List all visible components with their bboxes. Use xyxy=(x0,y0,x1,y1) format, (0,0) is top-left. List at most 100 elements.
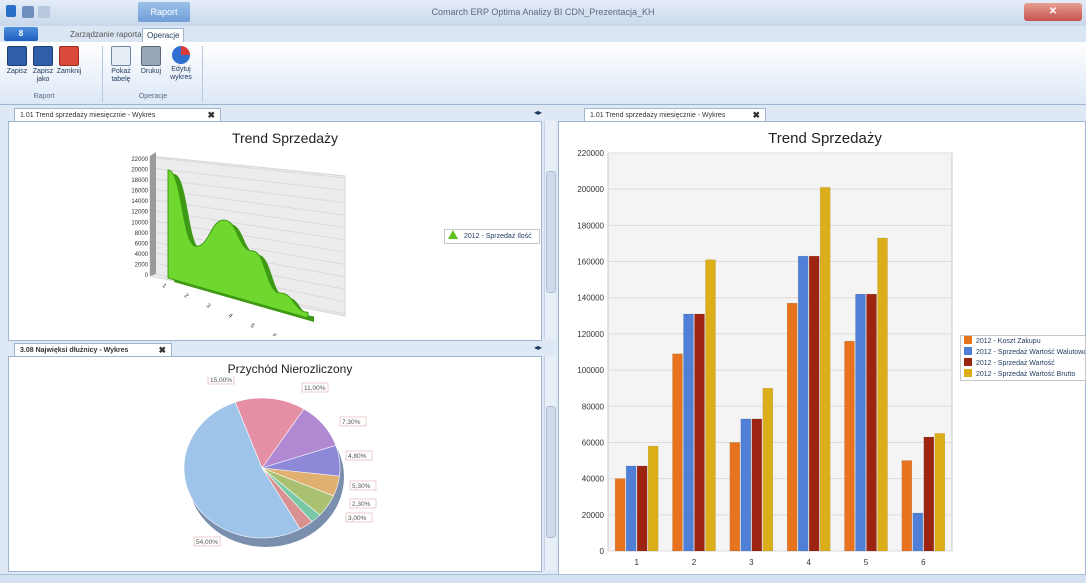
close-report-button[interactable]: Zamknij xyxy=(56,46,82,76)
bar xyxy=(636,465,648,552)
close-icon[interactable]: ✕ xyxy=(1049,6,1057,17)
legend-label: 2012 - Sprzedaż Wartość xyxy=(976,360,1055,367)
legend-label: 2012 - Sprzedaż Wartość Brutto xyxy=(976,371,1076,378)
bar xyxy=(683,313,694,552)
panel-nav-arrows-icon[interactable]: ◂▸ xyxy=(534,343,542,352)
bar xyxy=(934,433,946,552)
group-label-operacje: Operacje xyxy=(138,93,168,100)
x-tick-label: 1 xyxy=(634,558,639,567)
scrollbar-thumb[interactable] xyxy=(546,171,556,293)
y-tick-label: 8000 xyxy=(135,231,149,237)
area-3d-chart: 2200020000180001600014000120001000080006… xyxy=(131,152,346,336)
pie-slice-label: 11,00% xyxy=(304,385,326,392)
y-tick-label: 4000 xyxy=(135,252,149,258)
edit-chart-button[interactable]: Edytuj wykres xyxy=(166,46,196,82)
y-tick-label: 10000 xyxy=(131,220,148,226)
tab-zarzadzanie-raportami[interactable]: Zarządzanie raportami xyxy=(66,28,154,42)
show-table-button[interactable]: Pokaż tabelę xyxy=(108,46,134,84)
pie-slices xyxy=(183,397,341,539)
group-label-raport: Raport xyxy=(33,93,55,100)
bar xyxy=(762,387,774,552)
print-button-label: Drukuj xyxy=(140,68,162,75)
tab-label: 3.08 Najwięksi dłużnicy - Wykres xyxy=(20,347,129,354)
bar xyxy=(694,313,705,552)
x-tick-label: 4 xyxy=(806,558,811,567)
close-report-button-label: Zamknij xyxy=(56,68,82,75)
legend-swatch xyxy=(448,230,458,239)
edit-chart-button-label: Edytuj wykres xyxy=(170,66,192,81)
pie-slice-label: 15,00% xyxy=(210,377,232,384)
print-button[interactable]: Drukuj xyxy=(138,46,164,76)
pie-slice-label: 3,00% xyxy=(348,515,367,522)
y-tick-label: 14000 xyxy=(131,199,148,205)
window-controls[interactable]: ✕ xyxy=(1024,3,1082,21)
save-icon xyxy=(7,46,27,66)
legend-swatch xyxy=(964,358,972,366)
tab-bottom-left-chart[interactable]: 3.08 Najwięksi dłużnicy - Wykres ✖ xyxy=(14,343,172,357)
vertical-scrollbar[interactable] xyxy=(544,356,556,570)
x-tick-label: 5 xyxy=(249,323,256,330)
legend-item: 2012 - Koszt Zakupu xyxy=(961,336,1085,347)
y-tick-label: 60000 xyxy=(582,438,605,447)
panel-nav-arrows-icon[interactable]: ◂▸ xyxy=(534,108,542,117)
show-table-button-label: Pokaż tabelę xyxy=(111,68,131,83)
pie-chart: 15,00% 11,00% 7,30% 4,80% 5,30% 2,30% 3,00% 54,… xyxy=(183,376,377,547)
legend-swatch xyxy=(964,347,972,355)
y-tick-label: 0 xyxy=(600,547,605,556)
bar xyxy=(786,302,798,552)
legend-swatch xyxy=(964,336,972,344)
y-axis-ticks: 2200020000180001600014000120001000080006… xyxy=(131,157,148,279)
tab-top-left-chart[interactable]: 1.01 Trend sprzedaży miesięcznie - Wykre… xyxy=(14,108,221,122)
x-axis-ticks: 1 2 3 4 5 6 xyxy=(634,558,926,567)
chart-title: Trend Sprzedaży xyxy=(231,130,339,146)
table-icon xyxy=(111,46,131,66)
group-separator xyxy=(202,46,203,102)
y-tick-label: 18000 xyxy=(131,178,148,184)
y-tick-label: 200000 xyxy=(577,185,604,194)
bar xyxy=(819,187,831,552)
bar xyxy=(844,340,855,552)
bar xyxy=(866,293,877,552)
tab-right-chart[interactable]: 1.01 Trend sprzedaży miesięcznie - Wykre… xyxy=(584,108,766,122)
legend-item: 2012 - Sprzedaż Wartość Walutowa xyxy=(961,347,1085,358)
pie-slice-label: 5,30% xyxy=(352,483,371,490)
chart-legend: 2012 - Koszt Zakupu 2012 - Sprzedaż Warto… xyxy=(960,335,1086,381)
pie-slice-label: 4,80% xyxy=(348,453,367,460)
bar xyxy=(877,237,888,552)
chart-legend: 2012 - Sprzedaż Ilość xyxy=(444,229,540,244)
x-tick-label: 1 xyxy=(161,283,168,290)
chart-side-wall xyxy=(150,152,156,276)
y-tick-label: 20000 xyxy=(582,511,605,520)
bar xyxy=(912,512,924,552)
bar xyxy=(705,259,716,552)
legend-label: 2012 - Koszt Zakupu xyxy=(976,338,1041,345)
x-tick-label: 3 xyxy=(205,303,212,310)
bar xyxy=(797,255,809,552)
bar xyxy=(614,478,626,552)
x-tick-label: 5 xyxy=(864,558,869,567)
bar xyxy=(808,255,820,552)
pie-slice-label: 7,30% xyxy=(342,419,361,426)
y-axis-ticks: 2200002000001800001600001400001200001000… xyxy=(577,149,604,556)
vertical-scrollbar[interactable] xyxy=(544,121,556,339)
save-button[interactable]: Zapisz xyxy=(4,46,30,76)
x-tick-label: 6 xyxy=(921,558,926,567)
legend-label: 2012 - Sprzedaż Wartość Walutowa xyxy=(976,349,1085,356)
bar xyxy=(901,460,913,552)
bar-chart: 2200002000001800001600001400001200001000… xyxy=(577,149,953,567)
legend-item: 2012 - Sprzedaż Ilość xyxy=(445,230,539,241)
scrollbar-thumb[interactable] xyxy=(546,406,556,538)
y-tick-label: 2000 xyxy=(135,262,149,268)
application-menu-button[interactable]: 8 xyxy=(4,27,38,41)
y-tick-label: 40000 xyxy=(582,475,605,484)
pie-slice-label: 54,00% xyxy=(196,539,218,546)
bar xyxy=(647,445,659,552)
plot-area xyxy=(607,152,953,552)
x-tick-label: 2 xyxy=(692,558,697,567)
bar xyxy=(729,442,741,552)
window-title: Comarch ERP Optima Analizy BI CDN_Prezen… xyxy=(431,7,655,17)
bar xyxy=(740,418,752,552)
save-as-button[interactable]: Zapisz jako xyxy=(30,46,56,84)
y-tick-label: 6000 xyxy=(135,241,149,247)
tab-operacje[interactable]: Operacje xyxy=(142,28,185,43)
